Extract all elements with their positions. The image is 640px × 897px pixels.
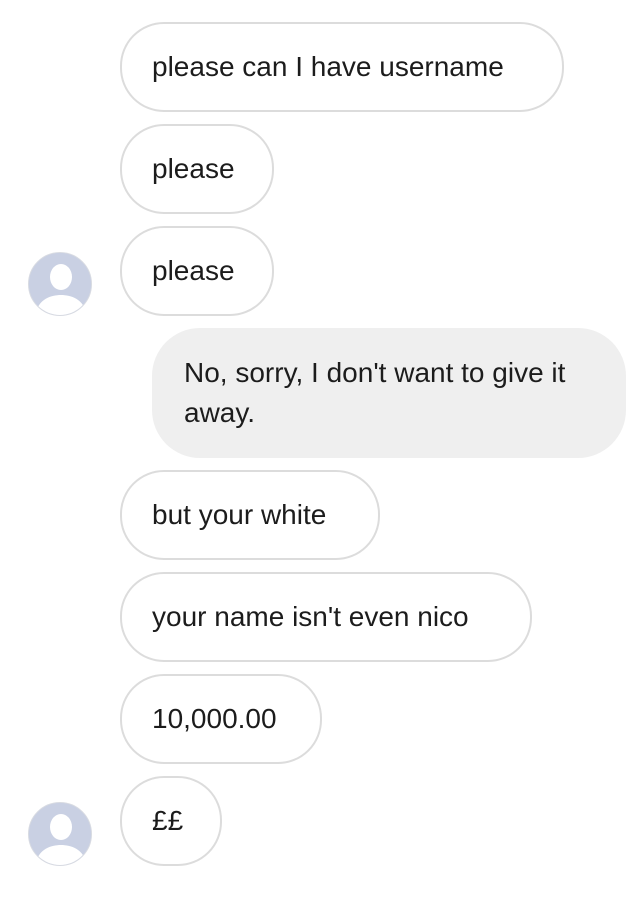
incoming-message[interactable]: 10,000.00: [120, 674, 322, 764]
message-text: No, sorry, I don't want to give it away.: [184, 357, 566, 428]
incoming-message[interactable]: your name isn't even nico: [120, 572, 532, 662]
message-text: ££: [152, 805, 184, 836]
message-text: please can I have username: [152, 51, 504, 82]
incoming-message[interactable]: please: [120, 124, 274, 214]
user-silhouette-icon: [29, 803, 91, 865]
message-text: 10,000.00: [152, 703, 277, 734]
sender-avatar[interactable]: [28, 252, 92, 316]
sender-avatar[interactable]: [28, 802, 92, 866]
incoming-message[interactable]: ££: [120, 776, 222, 866]
outgoing-message[interactable]: No, sorry, I don't want to give it away.: [152, 328, 626, 458]
incoming-message[interactable]: please can I have username: [120, 22, 564, 112]
message-text: but your white: [152, 499, 327, 530]
message-text: please: [152, 153, 235, 184]
message-text: please: [152, 255, 235, 286]
message-text: your name isn't even nico: [152, 601, 469, 632]
incoming-message[interactable]: please: [120, 226, 274, 316]
user-silhouette-icon: [29, 253, 91, 315]
incoming-message[interactable]: but your white: [120, 470, 380, 560]
